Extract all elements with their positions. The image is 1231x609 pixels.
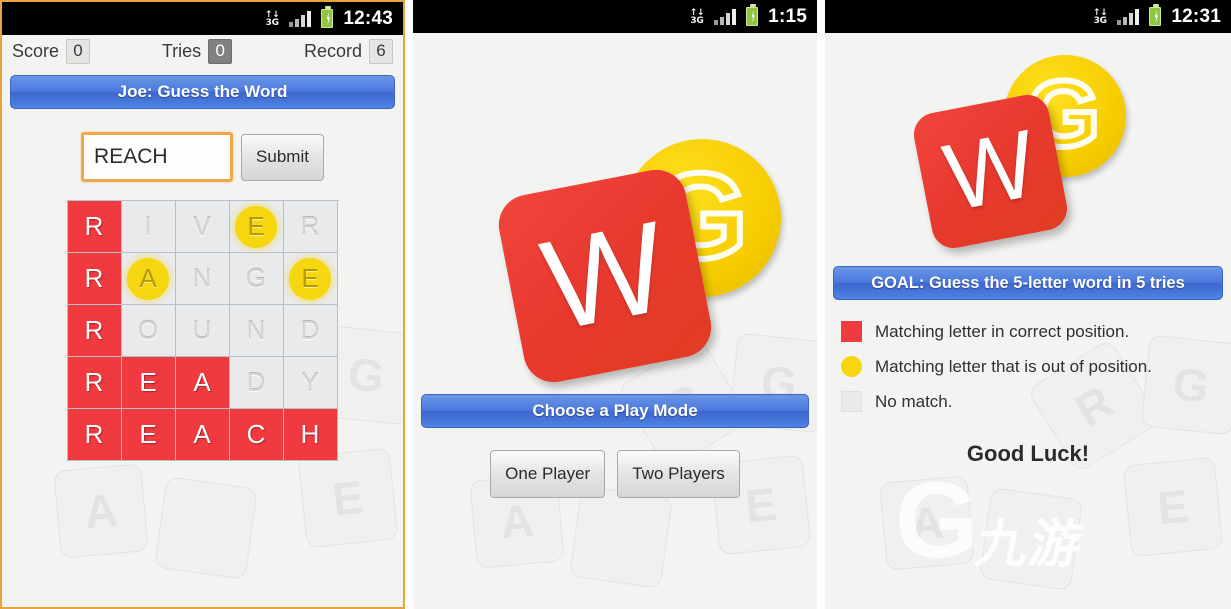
grid-cell: U bbox=[175, 305, 230, 357]
network-3g-icon: ↑↓ 3G bbox=[689, 7, 705, 26]
status-clock: 1:15 bbox=[768, 5, 807, 27]
guess-entry-row: Submit bbox=[2, 132, 403, 182]
app-logo: G W bbox=[825, 45, 1231, 260]
grid-cell: G bbox=[229, 253, 284, 305]
signal-bars-icon bbox=[289, 10, 312, 27]
battery-icon bbox=[746, 4, 759, 26]
scorebar: Score 0 Tries 0 Record 6 bbox=[2, 35, 403, 69]
score-value: 0 bbox=[66, 39, 91, 64]
bg-tile-a: A bbox=[879, 475, 975, 571]
grid-cell: R bbox=[67, 305, 122, 357]
bg-tile-a: A bbox=[53, 463, 149, 559]
status-bar: ↑↓ 3G 12:43 bbox=[2, 2, 403, 35]
legend-label: Matching letter that is out of position. bbox=[875, 356, 1152, 376]
legend-item: Matching letter in correct position. bbox=[841, 314, 1231, 349]
screenshot-triptych: ↑↓3G 12:43 A R G E Score 0 Tries 0 Recor… bbox=[0, 0, 1231, 609]
grid-cell: R bbox=[67, 357, 122, 409]
bg-tile-e: E bbox=[297, 447, 399, 549]
score-group: Score 0 bbox=[12, 39, 91, 64]
grid-cell: A bbox=[175, 409, 230, 461]
red-square-swatch-icon bbox=[841, 321, 862, 342]
submit-button[interactable]: Submit bbox=[241, 133, 324, 181]
grid-row: R I V E R bbox=[67, 201, 339, 253]
score-label: Score bbox=[12, 41, 60, 61]
grid-row: R E A C H bbox=[67, 409, 339, 461]
phone-screen-instructions: ↑↓ 3G 12:31 A R G E G W GOAL: Guess the 5… bbox=[825, 0, 1231, 609]
app-logo: G W bbox=[413, 123, 817, 388]
grid-cell: N bbox=[175, 253, 230, 305]
battery-icon bbox=[1149, 4, 1162, 26]
tries-group: Tries 0 bbox=[161, 39, 233, 64]
grid-cell: I bbox=[121, 201, 176, 253]
jiuyou-watermark: G 九游 bbox=[895, 458, 1205, 593]
grid-cell: E bbox=[283, 253, 338, 305]
status-bar: ↑↓ 3G 1:15 bbox=[413, 0, 817, 33]
game-title-banner: Joe: Guess the Word bbox=[10, 75, 395, 109]
grid-cell: N bbox=[229, 305, 284, 357]
phone-screen-mode-select: ↑↓3G 1:15 A R G E G W Choose a Play Mode… bbox=[413, 0, 817, 609]
grid-cell: R bbox=[283, 201, 338, 253]
grid-cell: Y bbox=[283, 357, 338, 409]
watermark-text: 九游 bbox=[970, 515, 1090, 575]
legend-label: Matching letter in correct position. bbox=[875, 321, 1130, 341]
one-player-button[interactable]: One Player bbox=[490, 450, 606, 498]
bg-tile-blank bbox=[569, 485, 673, 589]
tries-label: Tries bbox=[161, 41, 202, 61]
watermark-g-logo: G bbox=[895, 459, 980, 580]
yellow-circle-swatch-icon bbox=[841, 356, 862, 377]
grid-cell: E bbox=[229, 201, 284, 253]
grid-cell: V bbox=[175, 201, 230, 253]
grid-cell: E bbox=[121, 409, 176, 461]
grid-cell: D bbox=[283, 305, 338, 357]
goal-banner: GOAL: Guess the 5-letter word in 5 tries bbox=[833, 266, 1223, 300]
two-players-button[interactable]: Two Players bbox=[617, 450, 740, 498]
grid-cell: O bbox=[121, 305, 176, 357]
grid-cell: H bbox=[283, 409, 338, 461]
record-label: Record bbox=[303, 41, 362, 61]
bg-tile-e: E bbox=[1122, 456, 1224, 558]
grid-cell: A bbox=[121, 253, 176, 305]
record-value: 6 bbox=[369, 39, 393, 64]
grid-cell: A bbox=[175, 357, 230, 409]
play-mode-buttons: One Player Two Players bbox=[413, 450, 817, 498]
grid-cell: R bbox=[67, 201, 122, 253]
signal-bars-icon bbox=[714, 8, 737, 25]
grid-cell: R bbox=[67, 253, 122, 305]
battery-icon bbox=[321, 6, 334, 28]
status-clock: 12:31 bbox=[1171, 5, 1221, 27]
status-bar: ↑↓ 3G 12:31 bbox=[825, 0, 1231, 33]
logo-tile-w: W bbox=[910, 91, 1071, 252]
status-clock: 12:43 bbox=[343, 7, 393, 29]
logo-tile-w: W bbox=[493, 164, 717, 388]
legend-list: Matching letter in correct position. Mat… bbox=[841, 314, 1231, 419]
signal-bars-icon bbox=[1117, 8, 1140, 25]
bg-tile-blank bbox=[979, 487, 1083, 591]
good-luck-text: Good Luck! bbox=[966, 441, 1090, 466]
grid-cell: C bbox=[229, 409, 284, 461]
legend-label: No match. bbox=[875, 391, 953, 411]
bg-tile-blank bbox=[154, 476, 258, 580]
grid-cell: E bbox=[121, 357, 176, 409]
letter-grid: R I V E R R A N G E R O U N D R E A D Y … bbox=[66, 200, 339, 461]
grid-row: R E A D Y bbox=[67, 357, 339, 409]
guess-input[interactable] bbox=[81, 132, 234, 182]
legend-item: Matching letter that is out of position. bbox=[841, 349, 1231, 384]
grid-row: R O U N D bbox=[67, 305, 339, 357]
choose-play-mode-banner: Choose a Play Mode bbox=[421, 394, 809, 428]
grid-cell: D bbox=[229, 357, 284, 409]
network-3g-icon: ↑↓ 3G bbox=[264, 9, 280, 28]
grey-square-swatch-icon bbox=[841, 391, 862, 412]
record-group: Record 6 bbox=[304, 39, 393, 64]
grid-cell: R bbox=[67, 409, 122, 461]
phone-screen-game: ↑↓3G 12:43 A R G E Score 0 Tries 0 Recor… bbox=[0, 0, 405, 609]
legend-item: No match. bbox=[841, 384, 1231, 419]
tries-value: 0 bbox=[208, 39, 233, 64]
network-3g-icon: ↑↓ 3G bbox=[1092, 7, 1108, 26]
grid-row: R A N G E bbox=[67, 253, 339, 305]
